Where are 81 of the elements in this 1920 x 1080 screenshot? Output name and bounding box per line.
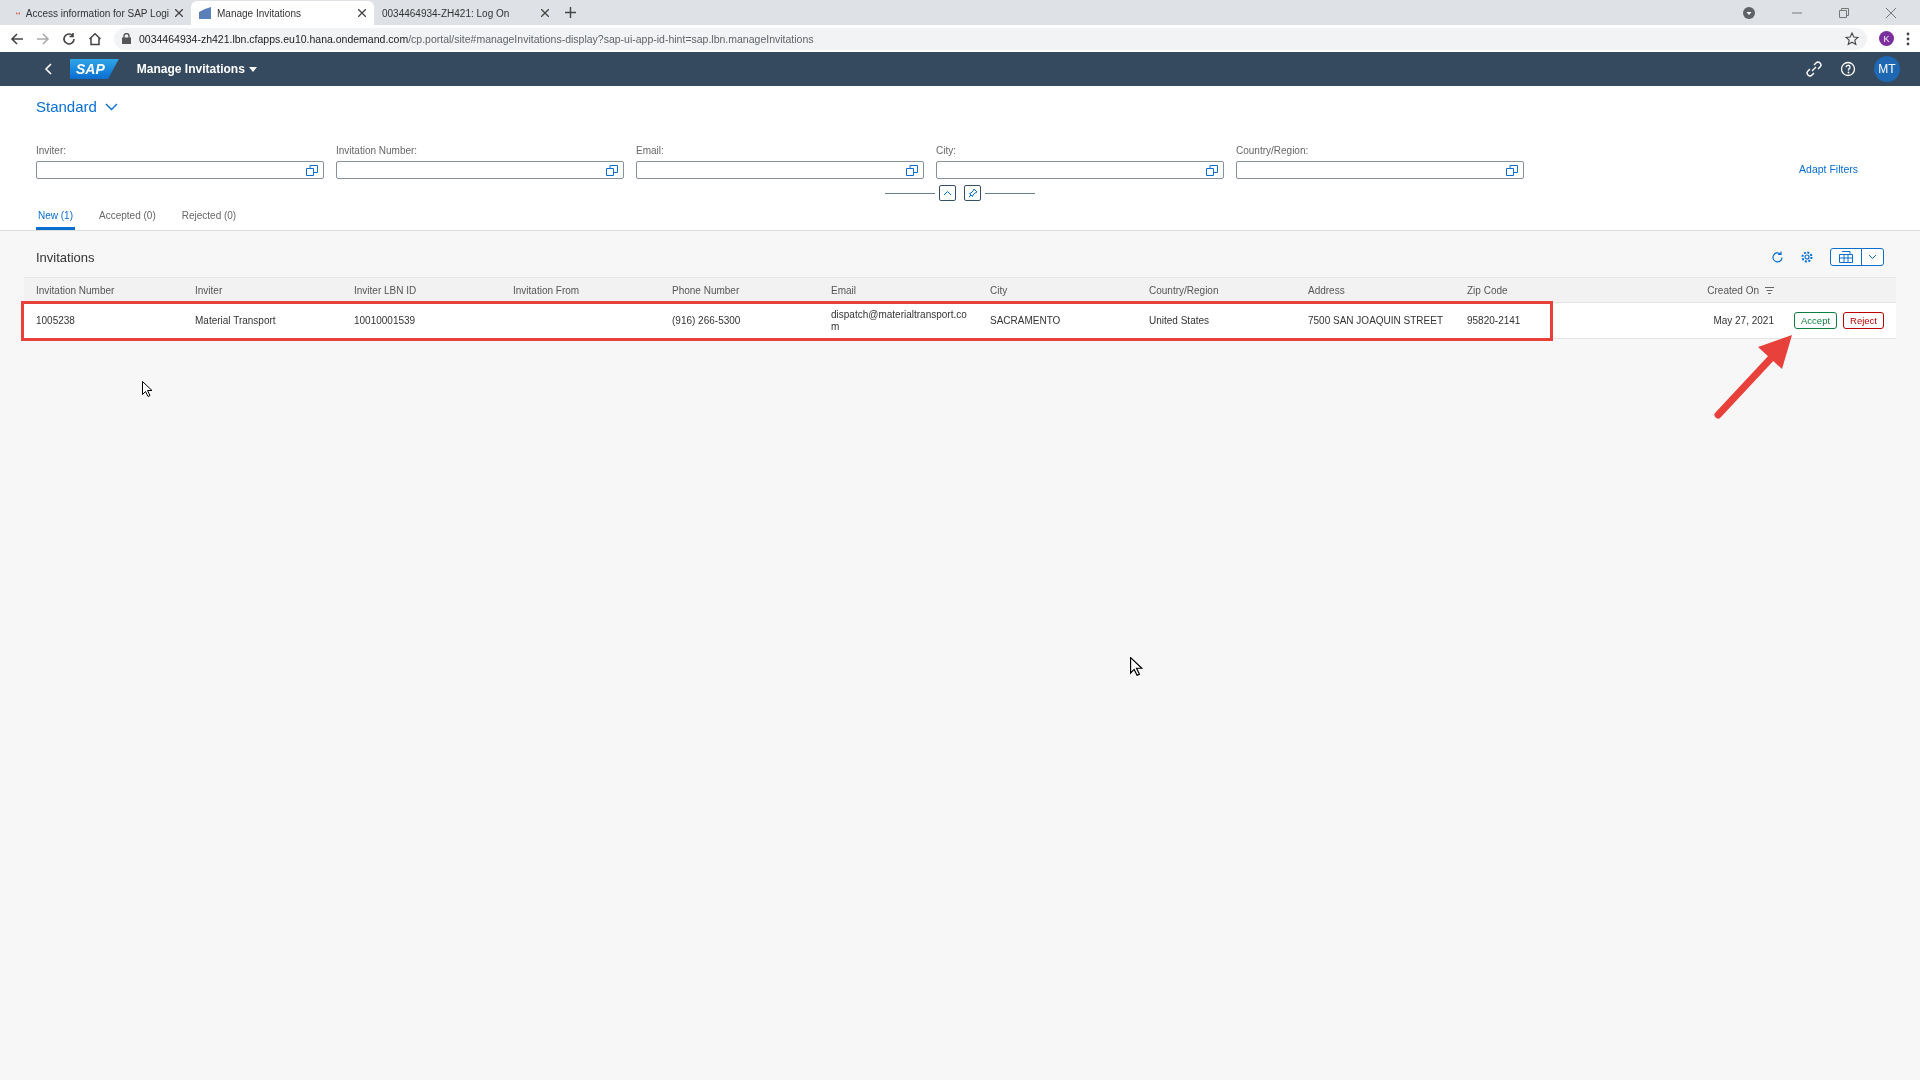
close-icon[interactable] xyxy=(541,9,549,17)
table-title: Invitations xyxy=(36,249,95,265)
column-header[interactable]: Country/Region xyxy=(1149,284,1308,296)
value-help-icon[interactable] xyxy=(1506,164,1518,176)
value-help-icon[interactable] xyxy=(306,164,318,176)
filter-label: Invitation Number: xyxy=(336,145,419,156)
table-cell-text: Material Transport xyxy=(195,315,277,326)
table-cell-text: 95820-2141 xyxy=(1467,315,1522,326)
collapse-header-button[interactable] xyxy=(939,185,956,201)
pin-header-button[interactable] xyxy=(964,185,981,201)
table-row[interactable]: 1005238 Material Transport 10010001539 (916) 266-5300 dispatch@materialtransport.com SACRAMENTO United States 7500 SAN JOAQUIN STREET 95820-2141 May 27, 2021 Accept Reject xyxy=(24,303,1896,339)
tab-search-icon[interactable] xyxy=(1743,6,1755,19)
mouse-cursor-icon xyxy=(142,381,153,397)
column-header[interactable]: Phone Number xyxy=(672,284,831,296)
profile-avatar[interactable]: K xyxy=(1879,31,1894,46)
variant-selector[interactable]: Standard xyxy=(36,98,118,115)
column-header[interactable]: Invitation Number xyxy=(36,284,195,296)
star-icon[interactable] xyxy=(1845,31,1859,46)
tab[interactable]: New (1) xyxy=(36,206,75,230)
table-cell-text: May 27, 2021 xyxy=(1712,315,1774,326)
column-header[interactable]: Inviter LBN ID xyxy=(354,284,513,296)
user-avatar[interactable]: MT xyxy=(1874,56,1900,82)
app-icon xyxy=(199,7,211,19)
reload-icon[interactable] xyxy=(62,31,76,46)
browser-tab[interactable]: 0034464934-ZH421: Log On xyxy=(374,1,557,25)
table-cell-text: 10010001539 xyxy=(354,315,417,326)
column-header[interactable]: Email xyxy=(831,284,990,296)
tab[interactable]: Rejected (0) xyxy=(179,206,239,230)
column-header[interactable]: Address xyxy=(1308,284,1467,296)
sap-logo[interactable]: SAP xyxy=(70,59,119,79)
table-cell-text: SACRAMENTO xyxy=(990,315,1062,326)
filter-field[interactable] xyxy=(636,161,924,179)
column-header[interactable]: Inviter xyxy=(195,284,354,296)
close-icon[interactable] xyxy=(358,9,366,17)
filter-label: Inviter: xyxy=(36,145,67,156)
reject-button[interactable]: Reject xyxy=(1843,312,1884,329)
adapt-filters-link[interactable]: Adapt Filters xyxy=(1799,163,1858,175)
home-icon[interactable] xyxy=(88,31,102,46)
filter-field[interactable] xyxy=(36,161,324,179)
mouse-cursor-icon xyxy=(1130,657,1143,676)
chevron-up-icon xyxy=(943,190,952,196)
restore-icon[interactable] xyxy=(1839,7,1849,18)
filter-field[interactable] xyxy=(336,161,624,179)
table-cell-text: dispatch@materialtransport.com xyxy=(831,308,968,333)
settings-icon[interactable] xyxy=(1800,250,1814,264)
filter-field[interactable] xyxy=(1236,161,1524,179)
browser-tab[interactable]: Manage Invitations xyxy=(191,1,374,25)
export-button[interactable] xyxy=(1830,248,1884,266)
sort-icon xyxy=(1765,286,1774,294)
column-header[interactable]: City xyxy=(990,284,1149,296)
caret-icon xyxy=(248,66,257,72)
new-tab-icon[interactable] xyxy=(565,7,576,18)
browser-tab[interactable]: Access information for SAP Logi xyxy=(8,1,191,25)
table-cell-text: (916) 266-5300 xyxy=(672,315,742,326)
accept-button[interactable]: Accept xyxy=(1794,312,1838,329)
link-icon[interactable] xyxy=(1806,61,1822,77)
spreadsheet-icon xyxy=(1839,251,1853,263)
app-title-menu[interactable]: Manage Invitations xyxy=(136,62,257,76)
value-help-icon[interactable] xyxy=(606,164,618,176)
help-icon[interactable] xyxy=(1840,61,1856,77)
table-cell-text: 1005238 xyxy=(36,315,76,326)
more-icon[interactable] xyxy=(1906,31,1910,46)
filter-label: City: xyxy=(936,145,957,156)
back-icon[interactable] xyxy=(10,31,24,46)
table-cell-text: 7500 SAN JOAQUIN STREET xyxy=(1308,315,1445,326)
column-header[interactable]: Invitation From xyxy=(513,284,672,296)
chevron-down-icon xyxy=(1868,254,1877,260)
chevron-down-icon xyxy=(104,102,118,111)
value-help-icon[interactable] xyxy=(1206,164,1218,176)
close-icon[interactable] xyxy=(175,9,183,17)
column-header[interactable]: Created On xyxy=(1626,284,1774,296)
column-header[interactable]: Zip Code xyxy=(1467,284,1626,296)
refresh-icon[interactable] xyxy=(1771,250,1784,264)
pin-icon xyxy=(967,188,978,198)
lock-icon xyxy=(122,33,131,44)
tab[interactable]: Accepted (0) xyxy=(97,206,158,230)
table-cell-text: United States xyxy=(1149,315,1211,326)
filter-label: Email: xyxy=(636,145,665,156)
filter-field[interactable] xyxy=(936,161,1224,179)
value-help-icon[interactable] xyxy=(906,164,918,176)
filter-label: Country/Region: xyxy=(1236,145,1310,156)
